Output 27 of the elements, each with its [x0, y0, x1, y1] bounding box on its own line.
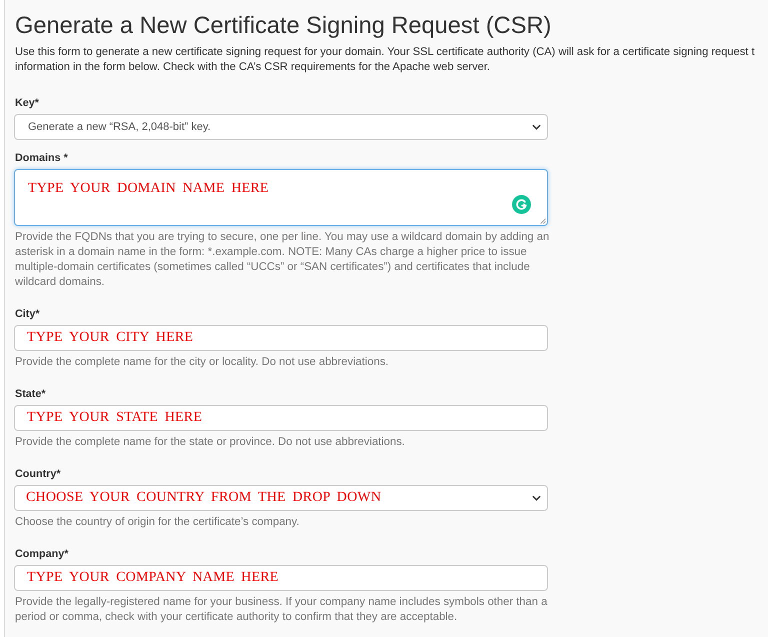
- help-text: Provide the complete name for the state or province. Do not use abbreviations.: [15, 435, 406, 450]
- field-label: Domains *: [15, 151, 68, 166]
- field-label: State*: [15, 387, 46, 402]
- help-text: Provide the FQDNs that you are trying to secure, one per line. You may use a wildcard domain by adding an asterisk in a domain name in the form: *.example.com. NOTE: Many CAs charge a higher price to issue multiple-domain certificates (sometimes called “UCCs” or “SAN certificates”) and certificates that include wildcard domains.: [15, 230, 550, 290]
- annotation-text: TYPE YOUR DOMAIN NAME HERE: [28, 181, 269, 197]
- field-label: Country*: [15, 467, 61, 482]
- dropdown-field[interactable]: CHOOSE YOUR COUNTRY FROM THE DROP DOWN: [14, 485, 548, 511]
- help-text: Provide the legally-registered name for your business. If your company name includes symbols other than a period or comma, check with your certificate authority to confirm that they are acceptable.: [15, 595, 548, 625]
- text-input-field[interactable]: TYPE YOUR STATE HERE: [14, 405, 548, 431]
- help-text: Choose the country of origin for the certificate’s company.: [15, 515, 300, 530]
- annotation-text: CHOOSE YOUR COUNTRY FROM THE DROP DOWN: [26, 490, 382, 506]
- help-text: Provide the complete name for the city or locality. Do not use abbreviations.: [15, 355, 390, 370]
- text-area-field[interactable]: TYPE YOUR DOMAIN NAME HERE: [14, 169, 548, 226]
- field-label: City*: [15, 307, 40, 322]
- dropdown-field[interactable]: Generate a new “RSA, 2,048-bit” key.: [14, 114, 548, 140]
- field-label: Company*: [15, 547, 68, 562]
- annotation-text: TYPE YOUR STATE HERE: [27, 410, 202, 426]
- page-title: Generate a New Certificate Signing Request (CSR): [15, 12, 552, 41]
- resize-handle-icon[interactable]: [539, 217, 546, 224]
- annotation-text: TYPE YOUR CITY HERE: [27, 330, 194, 346]
- annotation-text: TYPE YOUR COMPANY NAME HERE: [27, 570, 279, 586]
- chevron-down-icon: [532, 124, 541, 130]
- chevron-down-icon: [532, 495, 541, 501]
- intro-text: Use this form to generate a new certificate signing request for your domain. Your SSL certificate authority (CA) will ask for a certificate signing request t information in the form below. Check with the CA’s CSR requirements for the Apache web server.: [15, 45, 755, 75]
- text-input-field[interactable]: TYPE YOUR CITY HERE: [14, 325, 548, 351]
- field-label: Key*: [15, 96, 40, 111]
- text-input-field[interactable]: TYPE YOUR COMPANY NAME HERE: [14, 565, 548, 591]
